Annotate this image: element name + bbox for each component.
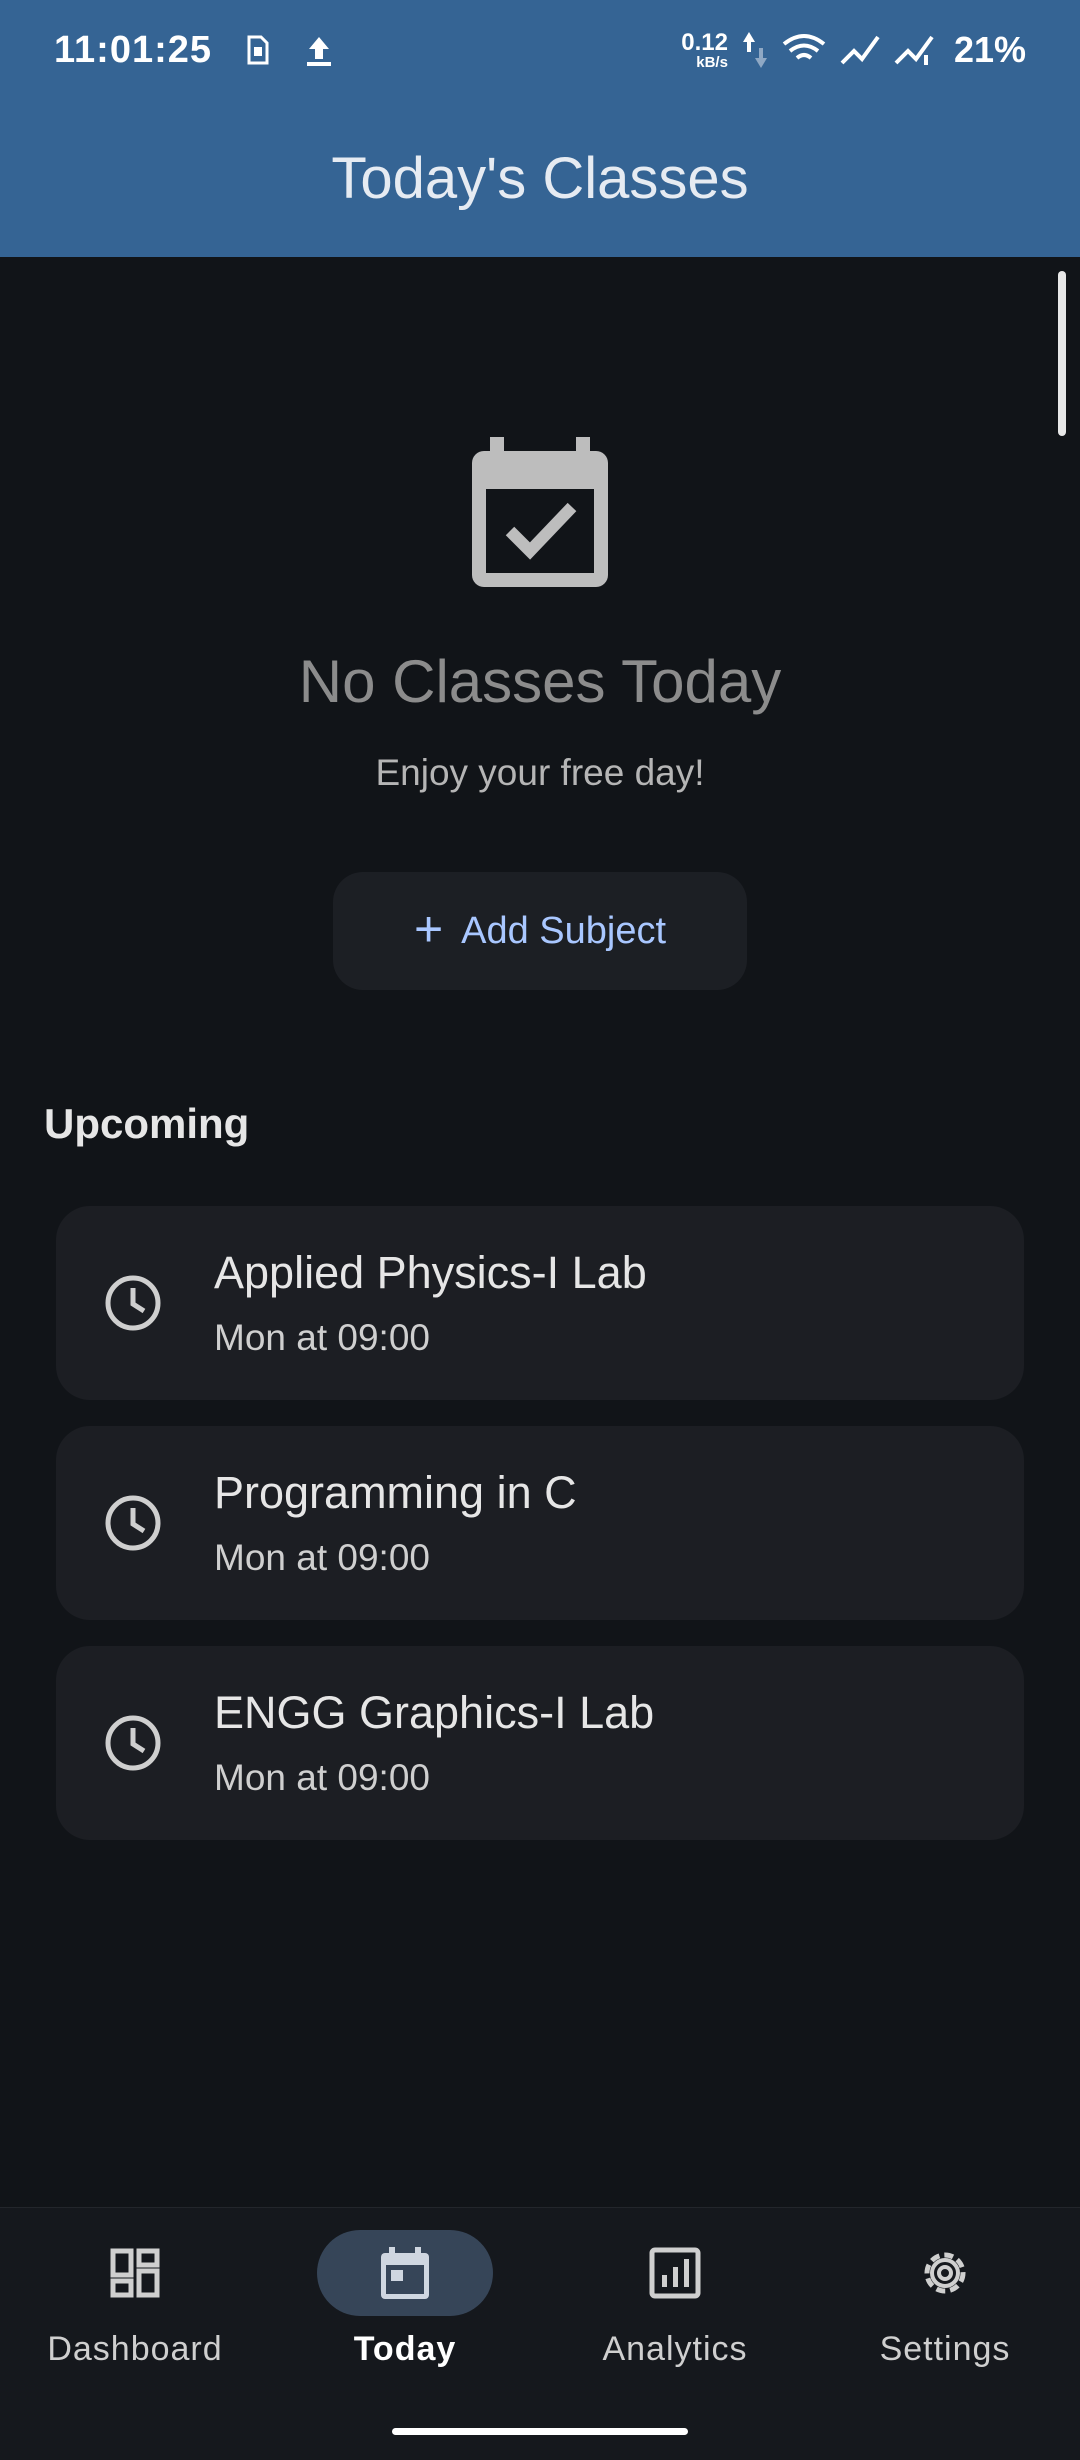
nav-label: Today: [353, 2330, 457, 2368]
add-subject-label: Add Subject: [461, 909, 667, 952]
class-time: Mon at 09:00: [214, 1537, 430, 1578]
scrollbar[interactable]: [1058, 271, 1066, 436]
nav-item-today[interactable]: Today: [270, 2230, 540, 2390]
analytics-icon: [649, 2247, 701, 2299]
event-available-icon: [472, 437, 608, 587]
class-time: Mon at 09:00: [214, 1317, 430, 1358]
empty-state-subtitle: Enjoy your free day!: [375, 752, 705, 793]
empty-state: No Classes Today Enjoy your free day! + …: [0, 437, 1080, 990]
nav-label: Dashboard: [47, 2330, 223, 2368]
nav-label: Analytics: [602, 2330, 748, 2368]
data-arrows-icon: [742, 32, 767, 68]
clock-icon: [105, 1495, 161, 1551]
empty-state-title: No Classes Today: [298, 648, 782, 715]
wifi-icon: [782, 34, 826, 60]
nav-label: Settings: [879, 2330, 1011, 2368]
clock-icon: [105, 1275, 161, 1331]
status-time: 11:01:25: [54, 28, 213, 71]
upcoming-class-card[interactable]: Applied Physics-I Lab Mon at 09:00: [56, 1206, 1024, 1400]
sim-card-icon: [247, 35, 269, 65]
class-name: Applied Physics-I Lab: [214, 1247, 647, 1298]
class-name: ENGG Graphics-I Lab: [214, 1687, 655, 1738]
signal-icon: [894, 35, 934, 65]
status-bar: 11:01:25 0.12 kB/s 21%: [0, 0, 1080, 100]
nav-item-dashboard[interactable]: Dashboard: [0, 2230, 270, 2390]
nav-item-analytics[interactable]: Analytics: [540, 2230, 810, 2390]
class-time: Mon at 09:00: [214, 1757, 430, 1798]
clock-icon: [105, 1715, 161, 1771]
home-indicator[interactable]: [392, 2428, 688, 2435]
battery-level: 21%: [953, 29, 1026, 70]
nav-item-settings[interactable]: Settings: [810, 2230, 1080, 2390]
dashboard-icon: [110, 2248, 160, 2298]
upcoming-class-card[interactable]: ENGG Graphics-I Lab Mon at 09:00: [56, 1646, 1024, 1840]
bottom-navigation: Dashboard Today Analytics Settings: [0, 2207, 1080, 2460]
app-bar: Today's Classes: [0, 100, 1080, 257]
settings-icon: [924, 2252, 966, 2294]
signal-icon: [840, 35, 880, 65]
page-title: Today's Classes: [331, 146, 749, 211]
calendar-today-icon: [381, 2247, 429, 2299]
main-content[interactable]: No Classes Today Enjoy your free day! + …: [0, 257, 1080, 2207]
upload-icon: [307, 37, 332, 66]
network-speed: 0.12 kB/s: [681, 28, 728, 71]
class-name: Programming in C: [214, 1467, 577, 1518]
plus-icon: +: [413, 901, 444, 957]
upcoming-class-card[interactable]: Programming in C Mon at 09:00: [56, 1426, 1024, 1620]
add-subject-button[interactable]: + Add Subject: [333, 872, 747, 990]
upcoming-header: Upcoming: [44, 1100, 250, 1147]
